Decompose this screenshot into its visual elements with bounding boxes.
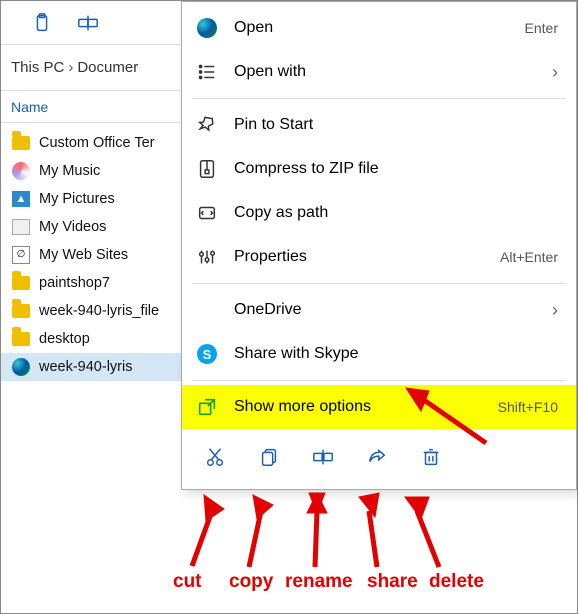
menu-item-label: Pin to Start — [234, 116, 558, 134]
menu-item-label: Properties — [234, 248, 484, 266]
menu-item-label: Open with — [234, 63, 536, 81]
cut-button[interactable] — [204, 446, 226, 468]
rename-button[interactable] — [312, 446, 334, 468]
menu-item-share-with-skype[interactable]: S Share with Skype — [182, 332, 576, 376]
menu-item-open-with[interactable]: Open with › — [182, 50, 576, 94]
file-name: My Pictures — [39, 191, 115, 207]
annotation-delete: delete — [429, 571, 484, 593]
showmore-icon — [196, 396, 218, 418]
file-name: My Videos — [39, 219, 106, 235]
chevron-right-icon: › — [552, 300, 558, 321]
menu-item-properties[interactable]: Properties Alt+Enter — [182, 235, 576, 279]
edge-icon — [11, 357, 31, 377]
menu-item-label: Copy as path — [234, 204, 558, 222]
menu-item-label: Open — [234, 19, 509, 37]
file-name: My Music — [39, 163, 100, 179]
menu-item-pin-to-start[interactable]: Pin to Start — [182, 103, 576, 147]
folder-icon — [11, 301, 31, 321]
web-icon: ∅ — [11, 245, 31, 265]
menu-item-compress-to-zip-file[interactable]: Compress to ZIP file — [182, 147, 576, 191]
annotation-cut: cut — [173, 571, 202, 593]
breadcrumb-root[interactable]: This PC — [11, 59, 64, 76]
copypath-icon — [196, 202, 218, 224]
folder-icon — [11, 273, 31, 293]
menu-item-label: Compress to ZIP file — [234, 160, 558, 178]
file-name: week-940-lyris_file — [39, 303, 159, 319]
chevron-right-icon: › — [68, 59, 73, 76]
menu-separator — [192, 380, 566, 381]
edge-icon — [196, 17, 218, 39]
props-icon — [196, 246, 218, 268]
pic-icon: ▲ — [11, 189, 31, 209]
menu-item-label: OneDrive — [234, 301, 536, 319]
breadcrumb-folder[interactable]: Documer — [77, 59, 138, 76]
zip-icon — [196, 158, 218, 180]
paste-icon[interactable] — [31, 12, 53, 34]
folder-icon — [11, 329, 31, 349]
menu-item-copy-as-path[interactable]: Copy as path — [182, 191, 576, 235]
menu-item-onedrive[interactable]: OneDrive › — [182, 288, 576, 332]
disc-icon — [11, 161, 31, 181]
share-button[interactable] — [366, 446, 388, 468]
menu-separator — [192, 98, 566, 99]
column-name[interactable]: Name — [11, 99, 48, 115]
annotation-rename: rename — [285, 571, 353, 593]
blank-icon — [196, 299, 218, 321]
menu-item-open[interactable]: Open Enter — [182, 6, 576, 50]
file-name: Custom Office Ter — [39, 135, 155, 151]
delete-button[interactable] — [420, 446, 442, 468]
menu-separator — [192, 283, 566, 284]
chevron-right-icon: › — [552, 62, 558, 83]
menu-item-label: Share with Skype — [234, 345, 558, 363]
file-name: desktop — [39, 331, 90, 347]
menu-action-bar — [182, 429, 576, 485]
skype-icon: S — [196, 343, 218, 365]
menu-item-accelerator: Shift+F10 — [498, 399, 558, 415]
annotation-share: share — [367, 571, 418, 593]
vid-icon — [11, 217, 31, 237]
annotation-copy: copy — [229, 571, 273, 593]
menu-item-accelerator: Alt+Enter — [500, 249, 558, 265]
file-name: My Web Sites — [39, 247, 128, 263]
openwith-icon — [196, 61, 218, 83]
rename-icon[interactable] — [77, 12, 99, 34]
file-name: paintshop7 — [39, 275, 110, 291]
copy-button[interactable] — [258, 446, 280, 468]
menu-item-accelerator: Enter — [525, 20, 558, 36]
context-menu: Open Enter Open with › Pin to Start Compress … — [181, 1, 577, 490]
folder-icon — [11, 133, 31, 153]
pin-icon — [196, 114, 218, 136]
menu-item-label: Show more options — [234, 398, 482, 416]
file-name: week-940-lyris — [39, 359, 132, 375]
menu-item-show-more-options[interactable]: Show more options Shift+F10 — [182, 385, 576, 429]
